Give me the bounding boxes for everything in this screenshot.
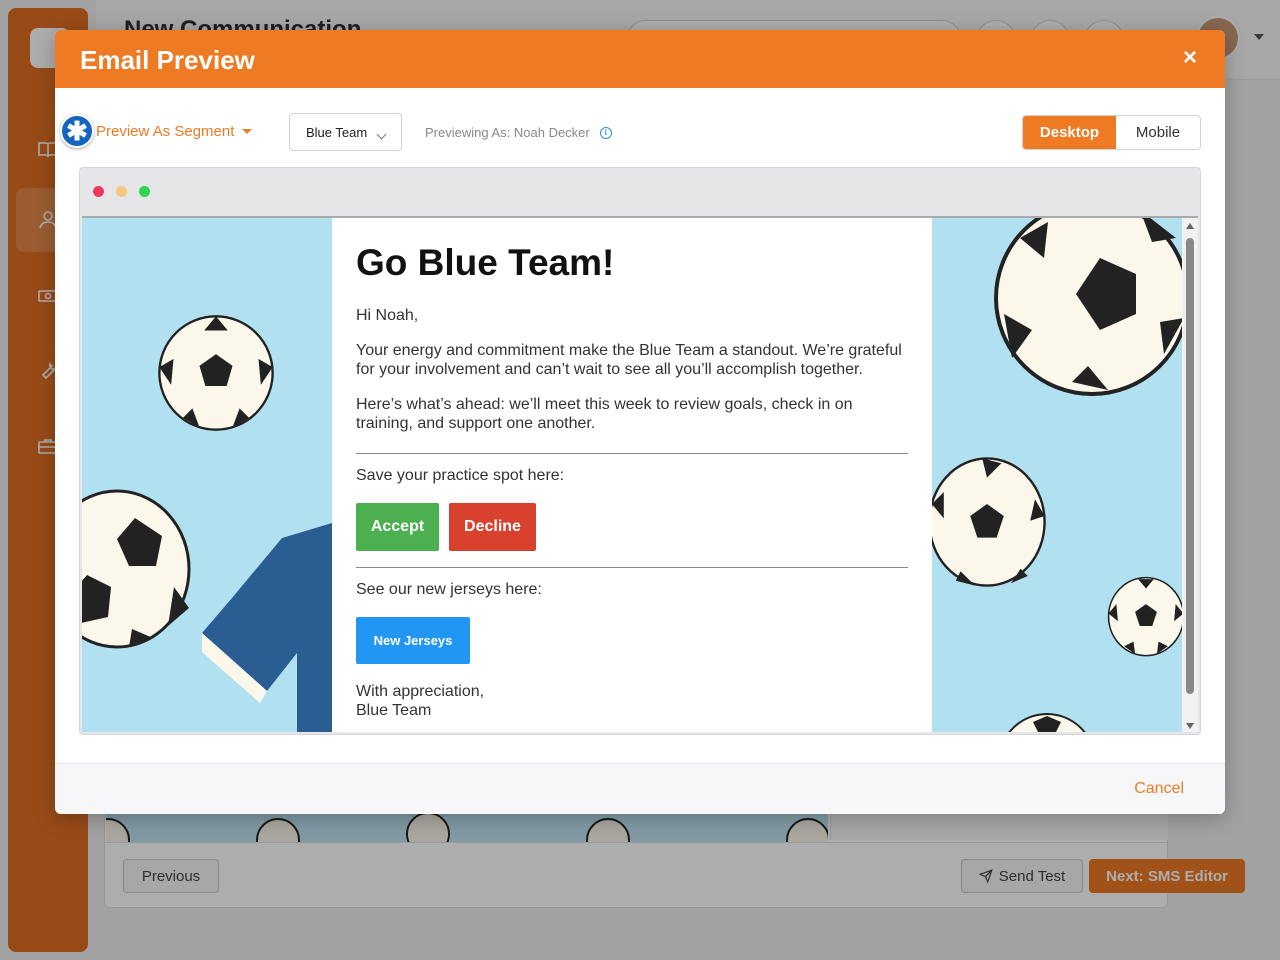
email-viewport[interactable]: Go Blue Team! Hi Noah, Your energy and c… xyxy=(82,216,1198,732)
accept-button[interactable]: Accept xyxy=(356,503,439,551)
scrollbar[interactable] xyxy=(1182,218,1198,732)
desktop-toggle-button[interactable]: Desktop xyxy=(1023,116,1116,149)
mobile-toggle-button[interactable]: Mobile xyxy=(1116,116,1200,149)
scrollbar-thumb[interactable] xyxy=(1186,238,1194,694)
segment-select[interactable]: Blue Team xyxy=(289,113,402,151)
previewing-as: Previewing As: Noah Decker i xyxy=(425,125,612,140)
jersey-illustration xyxy=(202,523,342,732)
email-signoff: With appreciation, xyxy=(356,683,485,700)
scroll-down-icon[interactable] xyxy=(1186,723,1194,729)
jerseys-label: See our new jerseys here: xyxy=(356,581,542,598)
soccer-ball-icon xyxy=(1107,576,1182,657)
modal-header: Email Preview × xyxy=(55,30,1225,88)
scroll-up-icon[interactable] xyxy=(1186,223,1194,229)
soccer-ball-icon xyxy=(1008,713,1086,732)
decline-button[interactable]: Decline xyxy=(449,503,536,551)
new-jerseys-button[interactable]: New Jerseys xyxy=(356,617,470,664)
segment-select-value: Blue Team xyxy=(306,124,368,140)
soccer-ball-icon xyxy=(994,218,1182,396)
chevron-down-icon xyxy=(242,129,253,134)
email-signature: Blue Team xyxy=(356,702,432,719)
previewing-as-text: Previewing As: Noah Decker xyxy=(425,125,590,140)
email-heading: Go Blue Team! xyxy=(356,242,615,283)
email-paragraph: Your energy and commitment make the Blue… xyxy=(356,342,902,378)
soccer-ball-icon xyxy=(928,457,1046,587)
modal-title: Email Preview xyxy=(80,45,255,75)
rsvp-buttons: Accept Decline xyxy=(356,503,908,551)
email-paragraph: Here’s what’s ahead: we’ll meet this wee… xyxy=(356,396,853,432)
chevron-down-icon xyxy=(376,129,387,140)
close-icon[interactable]: × xyxy=(1183,44,1197,72)
preview-toolbar: ✱ Preview As Segment Blue Team Previewin… xyxy=(55,88,1225,168)
email-greeting: Hi Noah, xyxy=(356,307,419,324)
soccer-ball-icon xyxy=(158,315,274,431)
preview-as-segment-dropdown[interactable]: Preview As Segment xyxy=(96,123,253,140)
minimize-dot-icon xyxy=(116,186,127,197)
email-preview-modal: Email Preview × ✱ Preview As Segment Blu… xyxy=(55,30,1225,814)
preview-as-segment-label: Preview As Segment xyxy=(96,123,235,140)
info-icon[interactable]: i xyxy=(599,126,612,139)
cancel-button[interactable]: Cancel xyxy=(1134,780,1184,798)
divider xyxy=(356,453,908,454)
view-toggle: Desktop Mobile xyxy=(1022,115,1201,150)
soccer-ball-icon xyxy=(82,489,191,649)
rsvp-label: Save your practice spot here: xyxy=(356,467,565,484)
modal-footer: Cancel xyxy=(55,763,1225,814)
segment-badge-icon[interactable]: ✱ xyxy=(60,114,94,148)
divider xyxy=(356,567,908,568)
window-controls xyxy=(93,186,150,197)
close-dot-icon xyxy=(93,186,104,197)
browser-frame: Go Blue Team! Hi Noah, Your energy and c… xyxy=(79,167,1201,735)
email-body: Go Blue Team! Hi Noah, Your energy and c… xyxy=(332,218,932,732)
maximize-dot-icon xyxy=(139,186,150,197)
